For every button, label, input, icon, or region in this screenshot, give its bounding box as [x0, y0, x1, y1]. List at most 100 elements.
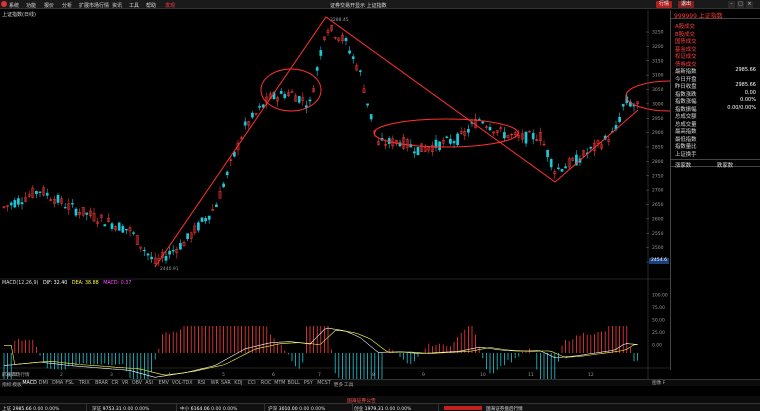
- panel-row-value: 0.00: [744, 89, 756, 96]
- candle-body: [315, 67, 319, 71]
- breadth-row: 涨家数 跌家数: [671, 159, 760, 169]
- indicator-tab[interactable]: BRAR: [95, 381, 108, 386]
- candle-body: [348, 50, 351, 54]
- menu-discover[interactable]: 发现: [165, 2, 175, 9]
- candle-body: [449, 138, 452, 144]
- candle-body: [207, 215, 211, 220]
- indicator-tab[interactable]: VR: [122, 381, 129, 386]
- candle-body: [146, 253, 150, 256]
- candle-body: [150, 256, 153, 260]
- kline-chart[interactable]: 3288.45 2440.91 3250 3200 3150 3100 3050 3000…: [0, 10, 670, 380]
- candle-body: [546, 150, 549, 158]
- candle-body: [125, 228, 128, 231]
- price-tick-label: 2900: [652, 130, 664, 136]
- macd-tick-label: 50.00: [652, 318, 665, 324]
- indicator-tab[interactable]: 指标: [2, 381, 12, 388]
- indicator-tab[interactable]: 模板: [12, 381, 22, 388]
- indicator-tab[interactable]: DMA: [52, 381, 63, 386]
- status-bar: 上证 2985.66 0.00 0.00% 深证 9753.31 0.00 0.0…: [0, 403, 760, 411]
- candle-body: [110, 223, 114, 229]
- menu-help[interactable]: 帮助: [146, 2, 156, 9]
- indicator-tab[interactable]: ROC: [261, 381, 271, 386]
- candle-body: [117, 222, 121, 231]
- menu-news[interactable]: 资讯: [112, 2, 122, 9]
- menu-quote[interactable]: 报价: [44, 2, 54, 9]
- indicator-tab[interactable]: EMV: [159, 381, 169, 386]
- window-title: 证券交易开显示 上证指数: [330, 3, 387, 9]
- price-tick-label: 2950: [652, 116, 664, 122]
- market-button[interactable]: 行情: [656, 1, 673, 8]
- indicator-tab[interactable]: MTM: [274, 381, 285, 386]
- indicator-tab[interactable]: RSI: [198, 381, 206, 386]
- indicator-tab[interactable]: OBV: [132, 381, 142, 386]
- price-tick-label: 3200: [652, 44, 664, 50]
- date-tick-label: 4: [168, 372, 171, 378]
- menu-system[interactable]: 系统: [9, 2, 19, 9]
- candle-body: [132, 232, 135, 234]
- status-separator: [176, 404, 177, 411]
- candle-body: [319, 50, 323, 56]
- news-ticker[interactable]: 国海证券盘后行情: [486, 406, 523, 411]
- menu-extended-market[interactable]: 扩展市场行情: [79, 2, 109, 9]
- menu-analysis[interactable]: 分析: [62, 2, 72, 9]
- price-tick-label: 2500: [652, 245, 664, 251]
- panel-row-value: 0.00%: [740, 97, 756, 103]
- indicator-tab[interactable]: WR: [211, 381, 219, 386]
- annotation-ellipse: [260, 68, 322, 112]
- indicator-tab[interactable]: VOL-TDX: [172, 381, 193, 386]
- close-icon[interactable]: ×: [746, 1, 753, 8]
- candle-body: [168, 250, 171, 255]
- indicator-tab[interactable]: TRIX: [79, 381, 90, 386]
- macd-tick-label: 0.00: [652, 343, 662, 349]
- index-quote[interactable]: 上证 2985.66 0.00 0.00%: [2, 406, 59, 411]
- candle-body: [143, 249, 146, 252]
- price-tick-label: 3050: [652, 87, 664, 93]
- annotation-ellipse: [373, 118, 519, 148]
- indicator-tab[interactable]: FSL: [65, 381, 73, 386]
- index-quote[interactable]: 创业 1979.31 0.00 0.00%: [354, 406, 411, 411]
- macd-tick-label: 100.00: [652, 293, 668, 299]
- macd-panel-tag: 扩展市场行情: [2, 373, 30, 378]
- indicator-tab[interactable]: 工具: [344, 381, 354, 388]
- candle-body: [467, 128, 470, 133]
- candle-body: [413, 151, 416, 154]
- current-price-tag: 2454.6: [649, 258, 669, 264]
- menu-tools[interactable]: 工具: [129, 2, 139, 9]
- candle-body: [481, 121, 485, 124]
- indicator-tab[interactable]: PSY: [304, 381, 313, 386]
- indicator-tab[interactable]: CR: [112, 381, 119, 386]
- menu-function[interactable]: 功能: [26, 2, 36, 9]
- maximize-icon[interactable]: □: [737, 1, 744, 8]
- price-tick-label: 3000: [652, 101, 664, 107]
- candle-body: [251, 112, 254, 118]
- candle-body: [452, 141, 456, 144]
- price-tick-label: 3250: [652, 30, 664, 36]
- app-logo-icon: [1, 1, 7, 7]
- index-quote[interactable]: 中小 6164.06 0.00 0.00%: [180, 406, 237, 411]
- candle-body: [621, 104, 625, 107]
- indicator-tab[interactable]: CCI: [248, 381, 256, 386]
- candle-body: [171, 250, 175, 252]
- panel-row-label: 上证换手: [675, 151, 697, 158]
- candle-body: [351, 56, 355, 59]
- indicator-tab[interactable]: MCST: [317, 381, 330, 386]
- minimize-icon[interactable]: –: [728, 1, 735, 8]
- candle-body: [258, 106, 261, 108]
- indicator-tab[interactable]: MACD: [22, 381, 36, 386]
- candle-body: [564, 166, 567, 169]
- exit-button[interactable]: 退出: [678, 1, 695, 8]
- indicator-tab[interactable]: 更多: [334, 381, 344, 388]
- candle-body: [121, 225, 125, 233]
- macd-name: MACD(12,26,9): [2, 281, 39, 286]
- panel-row-value: 2985.66: [735, 82, 756, 88]
- index-quote[interactable]: 沪深 3010.00 0.00 0.00%: [268, 406, 325, 411]
- date-tick-label: 7: [318, 372, 321, 378]
- indicator-tab[interactable]: BOLL: [288, 381, 300, 386]
- indicator-tab[interactable]: SAR: [221, 381, 231, 386]
- index-quote[interactable]: 深证 9753.31 0.00 0.00%: [92, 406, 149, 411]
- macd-tick-label: 25.00: [652, 330, 665, 336]
- indicator-tab[interactable]: DMI: [39, 381, 48, 386]
- candle-body: [488, 127, 492, 131]
- indicator-tab[interactable]: ASI: [145, 381, 153, 386]
- indicator-tab[interactable]: KDJ: [234, 381, 242, 386]
